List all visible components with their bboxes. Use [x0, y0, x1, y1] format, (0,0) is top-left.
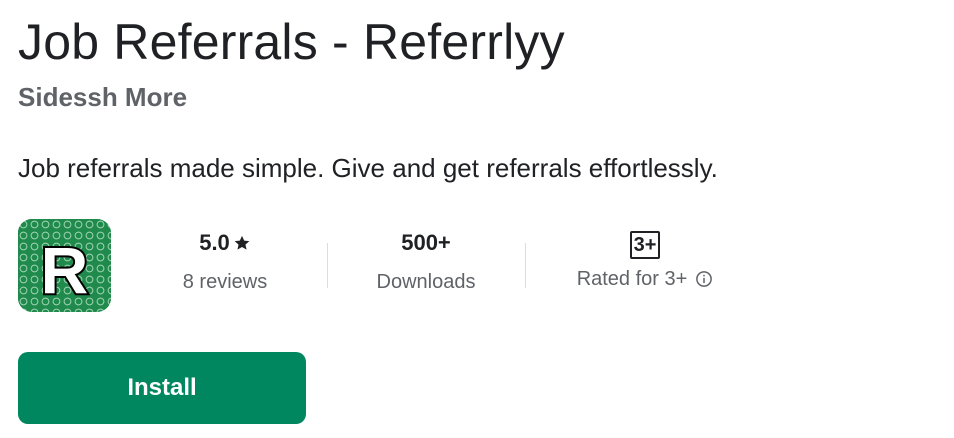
rating-value: 5.0 [199, 230, 230, 255]
star-icon [234, 235, 250, 250]
reviews-count[interactable]: 8 reviews [150, 268, 300, 296]
downloads-value: 500+ [401, 230, 451, 255]
content-rating-label: Rated for 3+ [576, 268, 688, 290]
info-icon[interactable] [695, 270, 713, 288]
install-button[interactable]: Install [18, 352, 306, 424]
app-title: Job Referrals - Referrlyy [18, 14, 565, 70]
developer-link[interactable]: Sidessh More [18, 80, 187, 114]
app-description: Job referrals made simple. Give and get … [18, 153, 718, 183]
content-rating-badge: 3+ [629, 231, 661, 259]
app-icon-letter: R [41, 233, 89, 307]
stat-divider [525, 243, 526, 288]
content-rating-stat: 3+ Rated for 3+ [555, 226, 735, 293]
downloads-label: Downloads [376, 271, 476, 293]
app-icon: R [18, 219, 111, 312]
downloads-stat: 500+ Downloads [351, 226, 501, 296]
stat-divider [327, 243, 328, 288]
rating-stat: 5.0 8 reviews [150, 226, 300, 296]
